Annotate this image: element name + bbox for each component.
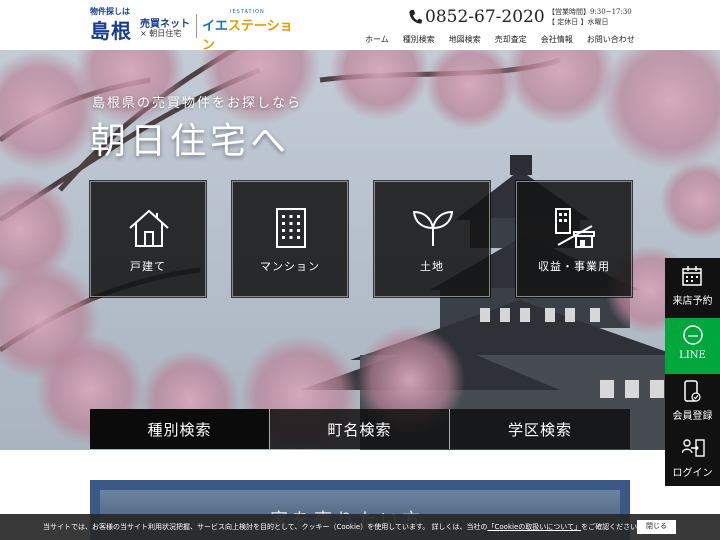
phone-register-icon [684, 380, 701, 402]
side-login-button[interactable]: ログイン [665, 430, 720, 486]
house-icon [129, 209, 169, 247]
side-register-label: 会員登録 [672, 411, 713, 422]
logo-divider [196, 14, 197, 38]
nav-home[interactable]: ホーム [358, 34, 396, 45]
category-house-button[interactable]: 戸建て [89, 180, 207, 298]
phone-icon [409, 10, 422, 24]
nav-type-search[interactable]: 種別検索 [396, 34, 442, 45]
side-login-label: ログイン [672, 468, 713, 479]
category-house-label: 戸建て [130, 260, 166, 273]
category-business-button[interactable]: 収益・事業用 [515, 180, 633, 298]
category-business-label: 収益・事業用 [538, 260, 610, 273]
hours-line-2: 【 定休日 】水曜日 [548, 18, 609, 26]
business-hours: 【営業時間】9:30~17:30 【 定休日 】水曜日 [548, 7, 632, 27]
side-register-button[interactable]: 会員登録 [665, 374, 720, 430]
tab-school-district-search[interactable]: 学区検索 [450, 409, 630, 449]
hero-title: 朝日住宅へ [90, 121, 291, 162]
logo-iestation: イエステーション [202, 15, 300, 53]
category-mansion-button[interactable]: マンション [231, 180, 349, 298]
hero-section: 島根県の売買物件をお探しなら 朝日住宅へ 戸建て マンション 土地 収益・事業用… [0, 50, 720, 450]
hours-line-1: 【営業時間】9:30~17:30 [548, 8, 632, 16]
login-icon [682, 439, 705, 457]
side-reserve-label: 来店予約 [672, 296, 713, 307]
site-header: 物件探しは 島根 売買ネット × 朝日住宅 IESTATION イエステーション… [0, 0, 720, 53]
sprout-icon [412, 210, 454, 246]
phone-number[interactable]: 0852-67-2020 [408, 7, 545, 27]
phone-text: 0852-67-2020 [425, 7, 545, 27]
logo-partner: × 朝日住宅 [140, 29, 182, 38]
side-line-button[interactable]: LINE [665, 318, 720, 374]
hero-tagline: 島根県の売買物件をお探しなら [92, 96, 303, 111]
cookie-close-button[interactable]: 閉じる [637, 520, 676, 534]
tab-town-search[interactable]: 町名検索 [270, 409, 450, 449]
category-land-label: 土地 [420, 260, 444, 273]
cookie-text: 当サイトでは、お客様の当サイト利用状況把握、サービス向上検討を目的として、クッキ… [43, 522, 644, 532]
cookie-text-after: をご確認ください。 [581, 523, 645, 531]
logo-ie-a: イエ [202, 19, 228, 34]
building-icon [276, 208, 306, 248]
main-nav: ホーム 種別検索 地図検索 売却査定 会社情報 お問い合わせ [358, 34, 642, 45]
nav-sale-assessment[interactable]: 売却査定 [488, 34, 534, 45]
nav-company[interactable]: 会社情報 [534, 34, 580, 45]
category-mansion-label: マンション [260, 260, 320, 273]
nav-contact[interactable]: お問い合わせ [580, 34, 642, 45]
line-chat-icon [683, 325, 703, 345]
nav-map-search[interactable]: 地図検索 [442, 34, 488, 45]
site-logo[interactable]: 物件探しは 島根 売買ネット × 朝日住宅 IESTATION イエステーション [90, 6, 300, 53]
category-land-button[interactable]: 土地 [373, 180, 491, 298]
cookie-policy-link[interactable]: 「Cookieの取扱いについて」 [488, 523, 582, 531]
tab-type-search[interactable]: 種別検索 [90, 409, 270, 449]
side-reserve-button[interactable]: 来店予約 [665, 258, 720, 318]
side-line-label: LINE [679, 350, 706, 361]
cookie-text-before: 当サイトでは、お客様の当サイト利用状況把握、サービス向上検討を目的として、クッキ… [43, 523, 488, 531]
calendar-icon [682, 266, 702, 286]
logo-main: 島根 [90, 19, 132, 43]
cookie-banner: 当サイトでは、お客様の当サイト利用状況把握、サービス向上検討を目的として、クッキ… [0, 514, 720, 540]
shop-icon [555, 208, 595, 248]
